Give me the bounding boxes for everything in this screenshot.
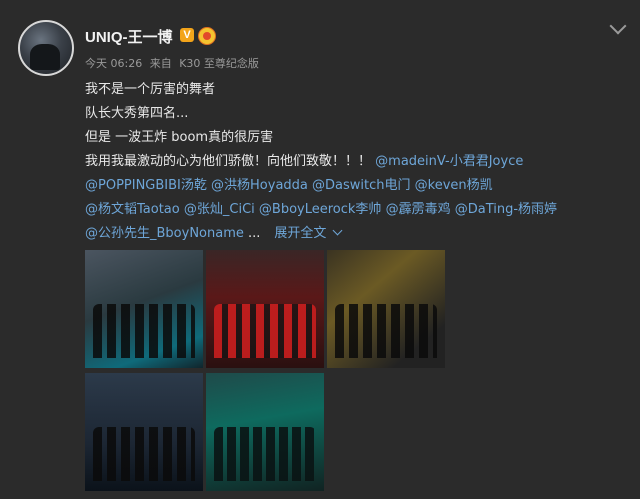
expand-link[interactable]: 展开全文 [274, 225, 343, 241]
photo-content [93, 304, 195, 358]
mention-link[interactable]: @DaTing-杨雨婷 [455, 202, 557, 217]
post-line-7: @公孙先生_BboyNoname ... 展开全文 [85, 222, 625, 246]
mention-link[interactable]: @公孙先生_BboyNoname [85, 226, 244, 241]
post-line-3: 但是 一波王炸 boom真的很厉害 [85, 130, 274, 145]
photo-content [335, 304, 437, 358]
expand-label: 展开全文 [274, 226, 327, 241]
mention-link[interactable]: @张灿_CiCi [184, 202, 255, 217]
mention-link[interactable]: @keven杨凯 [415, 178, 493, 193]
photo-content [214, 427, 316, 481]
mention-link[interactable]: @霹雳毒鸡 [386, 202, 451, 217]
username[interactable]: UNIQ-王一博 [85, 26, 173, 47]
chevron-down-icon [332, 225, 343, 236]
photo-thumbnail[interactable] [206, 373, 324, 491]
mention-link[interactable]: @POPPINGBIBI汤乾 [85, 178, 207, 193]
mention-link[interactable]: @madeinV-小君君Joyce [375, 154, 523, 169]
photo-content [214, 304, 316, 358]
photo-content [93, 427, 195, 481]
post-meta: 今天 06:26 来自 K30 至尊纪念版 [85, 55, 263, 71]
avatar[interactable] [18, 20, 74, 76]
rank-badge-icon [198, 27, 216, 45]
post-line-6: @杨文韬Taotao @张灿_CiCi @BboyLeerock李帅 @霹雳毒鸡… [85, 198, 625, 222]
photo-thumbnail[interactable] [206, 250, 324, 368]
post-line-1: 我不是一个厉害的舞者 [85, 82, 216, 97]
post-device[interactable]: K30 至尊纪念版 [179, 57, 259, 70]
mention-link[interactable]: @杨文韬Taotao [85, 202, 180, 217]
photo-thumbnail[interactable] [85, 373, 203, 491]
post-line-4: 我用我最激动的心为他们骄傲！向他们致敬！！！ @madeinV-小君君Joyce [85, 150, 625, 174]
mention-link[interactable]: @Daswitch电门 [312, 178, 410, 193]
post-via: 来自 [149, 57, 172, 70]
post-time: 今天 06:26 [85, 57, 143, 70]
post-text: 我用我最激动的心为他们骄傲！向他们致敬！！！ [85, 154, 372, 169]
chevron-down-icon[interactable] [609, 17, 627, 35]
photo-thumbnail[interactable] [85, 250, 203, 368]
post-line-2: 队长大秀第四名... [85, 106, 189, 121]
post-content: 我不是一个厉害的舞者 队长大秀第四名... 但是 一波王炸 boom真的很厉害 … [85, 78, 625, 246]
mention-link[interactable]: @洪杨Hoyadda [211, 178, 308, 193]
photo-thumbnail[interactable] [327, 250, 445, 368]
verified-icon: V [180, 28, 194, 42]
mention-link[interactable]: @BboyLeerock李帅 [259, 202, 382, 217]
ellipsis: ... [248, 226, 261, 241]
post-line-5: @POPPINGBIBI汤乾 @洪杨Hoyadda @Daswitch电门 @k… [85, 174, 625, 198]
